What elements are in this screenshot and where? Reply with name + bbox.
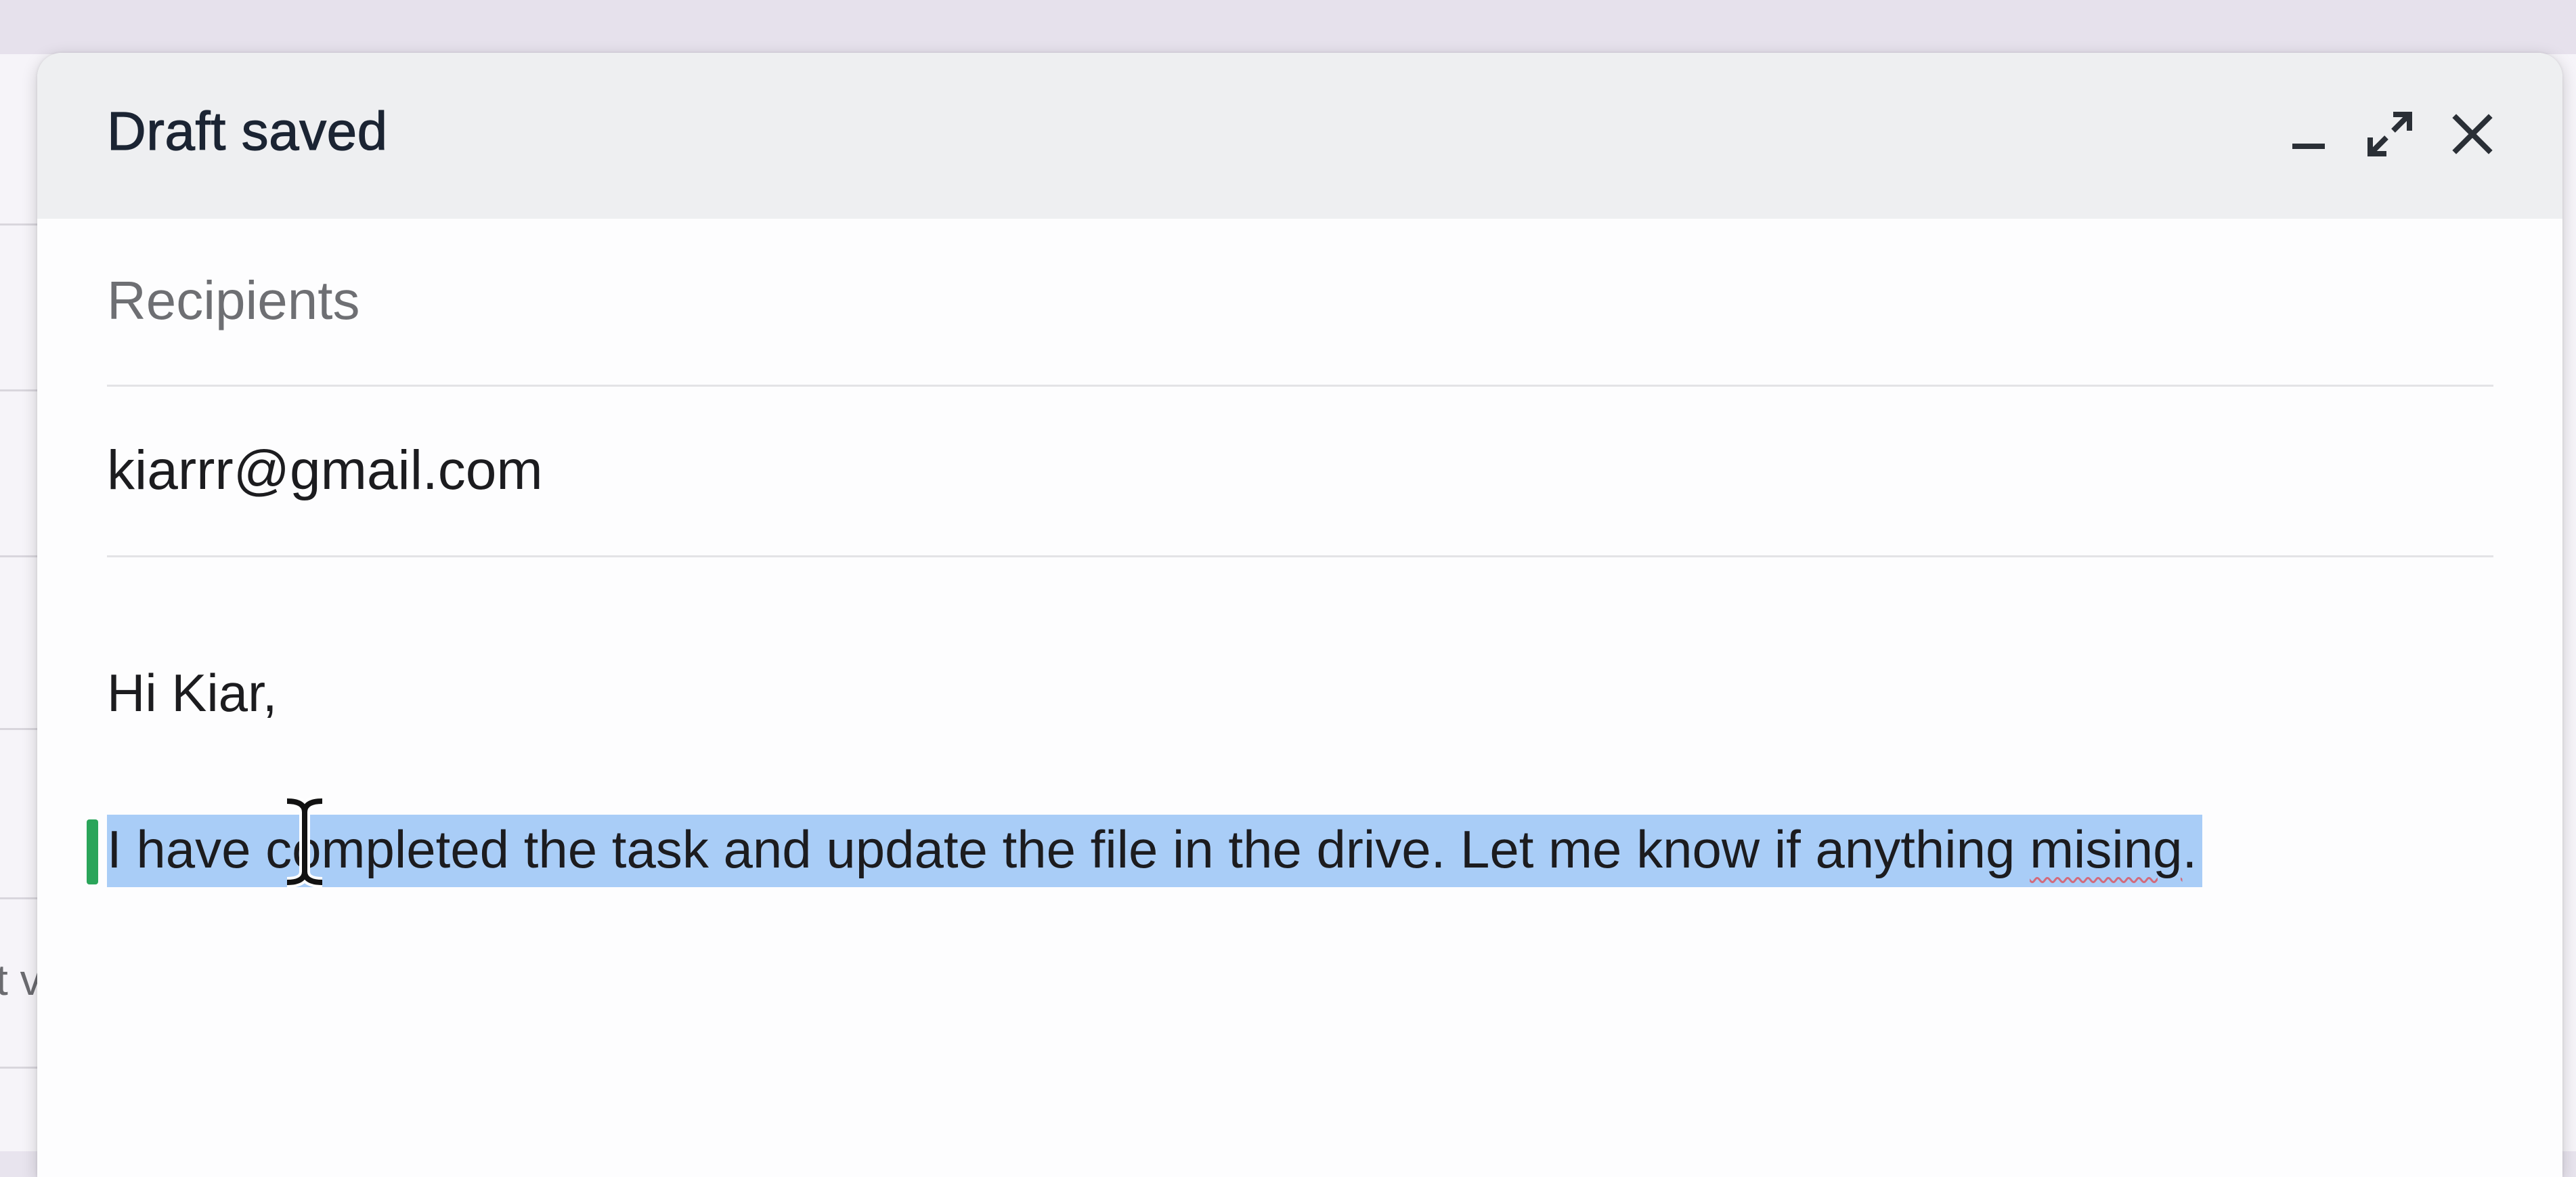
close-icon	[2451, 112, 2494, 156]
selection-start-marker	[87, 819, 98, 884]
to-recipient-value[interactable]: kiarrr@gmail.com	[107, 439, 2493, 502]
compose-window: Draft saved Recipients kiarrr@gmail.com …	[37, 53, 2562, 1177]
background-divider	[0, 1067, 38, 1069]
selected-body-text[interactable]: I have completed the task and update the…	[107, 815, 2203, 887]
expand-icon	[2366, 110, 2414, 158]
close-button[interactable]	[2439, 100, 2506, 168]
background-divider	[0, 897, 38, 899]
compose-title: Draft saved	[106, 100, 388, 161]
minimize-button[interactable]	[2275, 100, 2342, 168]
recipients-divider	[107, 385, 2493, 387]
background-divider	[0, 555, 38, 557]
expand-button[interactable]	[2356, 100, 2424, 168]
subject-divider	[107, 555, 2493, 557]
background-divider	[0, 728, 38, 730]
background-top-band	[0, 0, 2576, 54]
body-greeting[interactable]: Hi Kiar,	[107, 662, 277, 724]
background-text-fragment: t v	[0, 956, 42, 1004]
selected-text-end: .	[2182, 819, 2198, 879]
misspelled-word[interactable]: mising	[2030, 819, 2182, 879]
recipients-field[interactable]: Recipients	[107, 270, 2493, 332]
compose-header[interactable]: Draft saved	[37, 53, 2562, 219]
selected-text-segment: I have completed the task and update the…	[107, 819, 2030, 879]
background-divider	[0, 389, 38, 391]
text-cursor-icon	[278, 794, 332, 893]
background-divider	[0, 223, 38, 226]
minimize-icon	[2288, 114, 2329, 154]
message-body[interactable]: Hi Kiar, I have completed the task and u…	[87, 649, 2493, 1163]
